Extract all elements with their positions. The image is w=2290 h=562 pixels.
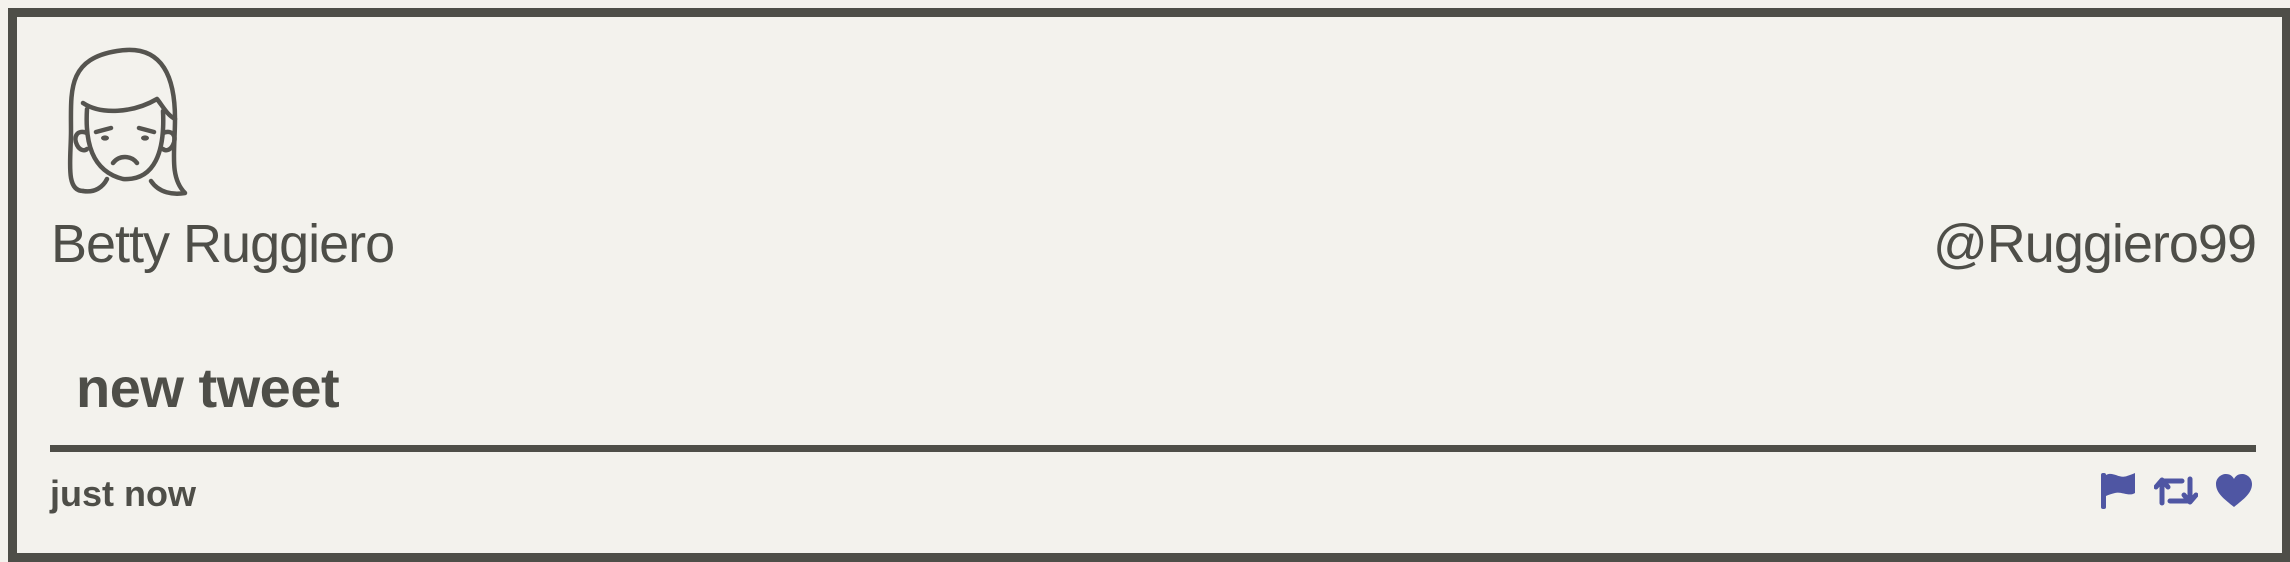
flag-button[interactable] bbox=[2096, 469, 2140, 513]
retweet-icon bbox=[2154, 476, 2198, 506]
like-button[interactable] bbox=[2212, 469, 2256, 513]
heart-icon bbox=[2216, 474, 2252, 507]
flag-icon bbox=[2101, 473, 2135, 509]
tweet-timestamp: just now bbox=[50, 473, 196, 514]
tweet-card: Betty Ruggiero @Ruggiero99 new tweet jus… bbox=[8, 8, 2290, 562]
author-handle[interactable]: @Ruggiero99 bbox=[1933, 213, 2257, 275]
divider bbox=[50, 445, 2256, 452]
author-display-name: Betty Ruggiero bbox=[51, 214, 395, 274]
sad-woman-face-icon bbox=[67, 47, 188, 196]
avatar bbox=[57, 41, 202, 221]
tweet-actions bbox=[2096, 469, 2256, 513]
retweet-button[interactable] bbox=[2154, 469, 2198, 513]
tweet-content: new tweet bbox=[76, 356, 340, 419]
